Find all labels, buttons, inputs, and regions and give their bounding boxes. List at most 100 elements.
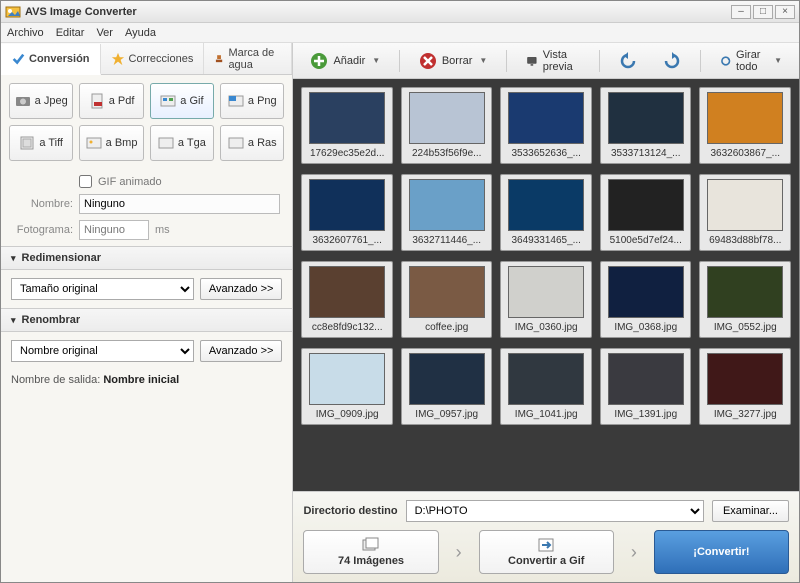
format-gif-button[interactable]: a Gif [150, 83, 214, 119]
format-tga-button[interactable]: a Tga [150, 125, 214, 161]
thumbnail-image [508, 266, 584, 318]
rotate-all-icon [720, 52, 731, 70]
thumbnail-image [309, 92, 385, 144]
thumbnail[interactable]: 3533652636_... [500, 87, 592, 164]
format-tiff-button[interactable]: a Tiff [9, 125, 73, 161]
thumbnail[interactable]: 5100e5d7ef24... [600, 174, 692, 251]
thumbnail[interactable]: IMG_0957.jpg [401, 348, 493, 425]
resize-header[interactable]: ▾ Redimensionar [1, 246, 292, 270]
convert-button[interactable]: ¡Convertir! [654, 530, 789, 574]
thumbnail[interactable]: 3533713124_... [600, 87, 692, 164]
rename-advanced-button[interactable]: Avanzado >> [200, 340, 283, 362]
rotate-left-icon [619, 52, 637, 70]
tab-watermark-label: Marca de agua [228, 47, 281, 71]
close-button[interactable]: × [775, 5, 795, 19]
window-controls: – □ × [731, 5, 795, 19]
star-icon [111, 52, 125, 66]
format-pdf-button[interactable]: a Pdf [79, 83, 143, 119]
thumbnail-image [508, 179, 584, 231]
window-title: AVS Image Converter [25, 6, 731, 18]
thumbnail-image [409, 179, 485, 231]
output-name: Nombre de salida: Nombre inicial [1, 370, 292, 396]
thumbnail[interactable]: IMG_0368.jpg [600, 261, 692, 338]
thumbnail[interactable]: 3632711446_... [401, 174, 493, 251]
rename-header[interactable]: ▾ Renombrar [1, 308, 292, 332]
tab-corrections[interactable]: Correcciones [101, 43, 205, 74]
convert-icon [537, 537, 555, 553]
thumbnail[interactable]: coffee.jpg [401, 261, 493, 338]
bottom-bar: Directorio destino D:\PHOTO Examinar... … [293, 491, 799, 582]
menu-help[interactable]: Ayuda [125, 27, 156, 39]
add-button[interactable]: Añadir▼ [301, 47, 389, 75]
gif-animated-label: GIF animado [98, 176, 162, 188]
format-ras-button[interactable]: a Ras [220, 125, 284, 161]
arrow-icon: › [624, 530, 644, 574]
tab-watermark[interactable]: Marca de agua [204, 43, 292, 74]
ras-icon [228, 135, 244, 151]
thumbnail[interactable]: IMG_0552.jpg [699, 261, 791, 338]
thumbnail[interactable]: 3632603867_... [699, 87, 791, 164]
maximize-button[interactable]: □ [753, 5, 773, 19]
thumbnail[interactable]: IMG_0360.jpg [500, 261, 592, 338]
thumbnail-caption: cc8e8fd9c132... [306, 321, 388, 337]
toolbar: Añadir▼ Borrar▼ Vista previa [293, 43, 799, 79]
delete-button[interactable]: Borrar▼ [410, 47, 496, 75]
rename-select[interactable]: Nombre original [11, 340, 194, 362]
thumbnail[interactable]: IMG_1391.jpg [600, 348, 692, 425]
chevron-down-icon: ▼ [774, 56, 782, 65]
chevron-down-icon: ▼ [479, 56, 487, 65]
gif-icon [160, 93, 176, 109]
tab-conversion[interactable]: Conversión [1, 44, 101, 75]
titlebar: AVS Image Converter – □ × [1, 1, 799, 23]
pdf-icon [89, 93, 105, 109]
thumbnail[interactable]: IMG_1041.jpg [500, 348, 592, 425]
thumbnail[interactable]: 17629ec35e2d... [301, 87, 393, 164]
thumbnail[interactable]: IMG_3277.jpg [699, 348, 791, 425]
format-bmp-button[interactable]: a Bmp [79, 125, 143, 161]
thumbnail-caption: IMG_1041.jpg [505, 408, 587, 424]
thumbnail[interactable]: IMG_0909.jpg [301, 348, 393, 425]
delete-icon [419, 52, 437, 70]
format-png-button[interactable]: a Png [220, 83, 284, 119]
thumbnail-image [608, 353, 684, 405]
resize-select[interactable]: Tamaño original [11, 278, 194, 300]
dest-combo[interactable]: D:\PHOTO [406, 500, 704, 522]
thumbnail[interactable]: 69483d88bf78... [699, 174, 791, 251]
thumbnail[interactable]: 224b53f56f9e... [401, 87, 493, 164]
thumbnail[interactable]: 3649331465_... [500, 174, 592, 251]
convert-to-button[interactable]: Convertir a Gif [479, 530, 614, 574]
menu-view[interactable]: Ver [96, 27, 113, 39]
format-grid: a Jpeg a Pdf a Gif a Png a Tiff a Bmp a … [1, 75, 292, 169]
gif-name-input[interactable] [79, 194, 280, 214]
thumbnail[interactable]: 3632607761_... [301, 174, 393, 251]
menubar: Archivo Editar Ver Ayuda [1, 23, 799, 43]
preview-button[interactable]: Vista previa [517, 44, 589, 78]
thumbnail-image [707, 266, 783, 318]
rotate-all-button[interactable]: Girar todo▼ [711, 44, 791, 78]
thumbnail[interactable]: cc8e8fd9c132... [301, 261, 393, 338]
thumbnail-caption: 3649331465_... [505, 234, 587, 250]
gif-name-label: Nombre: [13, 198, 73, 210]
gif-animated-checkbox[interactable] [79, 175, 92, 188]
minimize-button[interactable]: – [731, 5, 751, 19]
thumbnail-image [707, 92, 783, 144]
resize-advanced-button[interactable]: Avanzado >> [200, 278, 283, 300]
rotate-right-button[interactable] [654, 47, 690, 75]
thumbnail-caption: 17629ec35e2d... [306, 147, 388, 163]
thumbnail-image [707, 179, 783, 231]
rotate-left-button[interactable] [610, 47, 646, 75]
camera-icon [15, 93, 31, 109]
thumbnail-image [309, 179, 385, 231]
menu-edit[interactable]: Editar [56, 27, 85, 39]
thumbnail-caption: IMG_3277.jpg [704, 408, 786, 424]
menu-file[interactable]: Archivo [7, 27, 44, 39]
thumbnail-caption: 224b53f56f9e... [406, 147, 488, 163]
browse-button[interactable]: Examinar... [712, 500, 789, 522]
thumbnail-image [309, 353, 385, 405]
thumbnail-caption: coffee.jpg [406, 321, 488, 337]
thumbnail-area[interactable]: 17629ec35e2d... 224b53f56f9e... 3533652636… [293, 79, 799, 491]
thumbnail-caption: 3632711446_... [406, 234, 488, 250]
gif-frame-spinner[interactable]: Ninguno [79, 220, 149, 240]
format-jpeg-button[interactable]: a Jpeg [9, 83, 73, 119]
image-count-button[interactable]: 74 Imágenes [303, 530, 438, 574]
